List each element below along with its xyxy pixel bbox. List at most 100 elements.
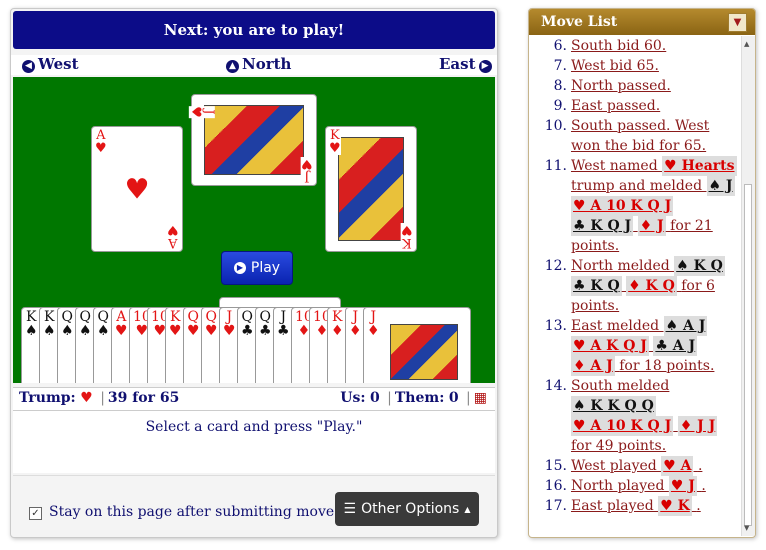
- meld-chip: ♦ K Q: [626, 276, 677, 296]
- meld-chip: ♦ J J: [677, 416, 718, 436]
- hand-card-rank: K ♠: [43, 309, 56, 339]
- trick-card-east: K ♥ K ♥: [325, 126, 417, 252]
- scroll-up-icon[interactable]: ▲: [744, 40, 749, 48]
- meld-chip: ♠ K K Q Q: [571, 396, 656, 416]
- move-number: 17.: [544, 498, 567, 514]
- move-text: North passed.: [571, 78, 671, 94]
- king-face-image: [338, 137, 404, 241]
- move-list-item[interactable]: 8. North passed.: [529, 76, 741, 96]
- move-text: West played ♥ A .: [571, 456, 703, 476]
- seat-nav: ◀ West ▲ North East ▶: [11, 55, 497, 75]
- move-number: 7.: [553, 58, 567, 74]
- hand-card-rank: K ♠: [25, 309, 38, 339]
- bid-summary: 39 for 65: [107, 390, 180, 406]
- move-number: 14.: [544, 378, 567, 394]
- instruction-text: Select a card and press "Play.": [145, 419, 363, 435]
- meld-chip: ♥ A 10 K Q J: [571, 196, 674, 216]
- move-number: 16.: [544, 478, 567, 494]
- card-rank-inverted: K ♥: [401, 222, 413, 250]
- move-list-body: 6. South bid 60. 7. West bid 65. 8. North pas…: [529, 36, 741, 536]
- trump-heart-icon: ♥: [80, 390, 93, 406]
- table-icon[interactable]: ▦: [474, 390, 487, 406]
- move-text: South melded ♠ K K Q Q ♥ A 10 K Q J ♦ J …: [571, 378, 718, 454]
- turn-banner-text: Next: you are to play!: [163, 21, 345, 39]
- move-list-item[interactable]: 10. South passed. West won the bid for 65…: [529, 116, 741, 156]
- move-list-item[interactable]: 13. East melded ♠ A J ♥ A K Q J ♣ A J ♦ A…: [529, 316, 741, 376]
- collapse-icon[interactable]: ▼: [728, 13, 747, 32]
- arrow-right-circle-icon: ▶: [478, 60, 492, 73]
- seat-west-link[interactable]: ◀ West: [19, 55, 79, 73]
- move-list-item[interactable]: 15. West played ♥ A .: [529, 456, 741, 476]
- hand-card-rank: J ♣: [277, 309, 290, 339]
- move-text: South bid 60.: [571, 38, 667, 54]
- meld-chip: ♥ A K Q J: [571, 336, 649, 356]
- them-label: Them:: [394, 390, 445, 406]
- hand-card-rank: Q ♠: [79, 309, 92, 339]
- scroll-down-icon[interactable]: ▼: [744, 524, 749, 532]
- meld-chip: ♥ Hearts: [662, 156, 737, 176]
- jack-face-image: [390, 324, 458, 380]
- hand-card-rank: Q ♥: [205, 309, 218, 339]
- hand-card[interactable]: J ♦: [363, 307, 471, 383]
- move-text: West named ♥ Hearts trump and melded ♠ J…: [571, 156, 737, 254]
- scrollbar-thumb[interactable]: [744, 184, 752, 526]
- move-list-header: Move List ▼: [529, 9, 755, 35]
- trick-card-west: A ♥ ♥ A ♥: [91, 126, 183, 252]
- hand-card-rank: Q ♣: [241, 309, 254, 339]
- other-options-button[interactable]: ☰ Other Options ▲: [335, 492, 479, 526]
- hand-card-rank: Q ♥: [187, 309, 200, 339]
- move-list-title: Move List: [541, 14, 618, 30]
- move-list-item[interactable]: 6. South bid 60.: [529, 36, 741, 56]
- move-text: East played ♥ K .: [571, 496, 701, 516]
- trick-card-north: J ♥ J ♥: [188, 94, 317, 186]
- move-list-item[interactable]: 16. North played ♥ J .: [529, 476, 741, 496]
- move-number: 6.: [553, 38, 567, 54]
- card-rank: A ♥: [95, 128, 107, 156]
- instruction-area: Select a card and press "Play.": [13, 411, 495, 473]
- meld-chip: ♣ K Q: [571, 276, 622, 296]
- caret-up-icon: ▲: [464, 504, 471, 514]
- move-list-item[interactable]: 17. East played ♥ K .: [529, 496, 741, 516]
- us-score: 0: [369, 390, 380, 406]
- meld-chip: ♥ J: [668, 476, 697, 496]
- move-list-item[interactable]: 12. North melded ♠ K Q ♣ K Q ♦ K Q for 6 …: [529, 256, 741, 316]
- game-panel: Next: you are to play! ◀ West ▲ North East…: [10, 8, 498, 538]
- heart-pip-icon: ♥: [124, 172, 150, 206]
- status-bar: Trump: ♥ | 39 for 65 Us: 0 | Them: 0 | ▦: [13, 387, 495, 411]
- move-list-item[interactable]: 7. West bid 65.: [529, 56, 741, 76]
- hand-card-rank: J ♥: [223, 309, 236, 339]
- move-number: 11.: [544, 158, 567, 174]
- arrow-left-circle-icon: ◀: [22, 60, 35, 73]
- hand-card-rank: Q ♠: [61, 309, 74, 339]
- menu-icon: ☰: [343, 501, 357, 517]
- seat-north-link[interactable]: ▲ North: [223, 55, 291, 73]
- stay-label: Stay on this page after submitting move.: [49, 504, 339, 520]
- move-number: 13.: [544, 318, 567, 334]
- hand-card-rank: J ♦: [349, 309, 362, 339]
- meld-chip: ♣ K Q J: [571, 216, 634, 236]
- card-rank-inverted: J ♥: [301, 156, 313, 184]
- hand-card-rank: Q ♠: [97, 309, 110, 339]
- meld-chip: ♦ A J: [571, 356, 615, 376]
- card-rank: K ♥: [329, 128, 341, 156]
- move-list-item[interactable]: 14. South melded ♠ K K Q Q ♥ A 10 K Q J ♦…: [529, 376, 741, 456]
- hand-card-rank: A ♥: [115, 309, 128, 339]
- hand-card-rank: K ♥: [169, 309, 182, 339]
- move-text: West bid 65.: [571, 58, 659, 74]
- move-number: 12.: [544, 258, 567, 274]
- move-text: South passed. West won the bid for 65.: [571, 118, 710, 154]
- meld-chip: ♦ J: [637, 216, 666, 236]
- them-score: 0: [448, 390, 459, 406]
- move-list-item[interactable]: 9. East passed.: [529, 96, 741, 116]
- play-button[interactable]: ▶ Play: [221, 251, 293, 285]
- move-text: East melded ♠ A J ♥ A K Q J ♣ A J ♦ A J …: [571, 316, 715, 376]
- hand-card-rank: K ♦: [331, 309, 344, 339]
- stay-checkbox[interactable]: ✓: [29, 507, 42, 520]
- jack-face-image: [204, 105, 304, 175]
- move-list-item[interactable]: 11. West named ♥ Hearts trump and melded …: [529, 156, 741, 256]
- seat-east-link[interactable]: East ▶: [439, 55, 495, 73]
- arrow-up-circle-icon: ▲: [226, 60, 239, 73]
- move-list-scrollbar[interactable]: ▲ ▼: [741, 36, 755, 536]
- move-text: North played ♥ J .: [571, 476, 706, 496]
- trump-label: Trump:: [19, 390, 76, 406]
